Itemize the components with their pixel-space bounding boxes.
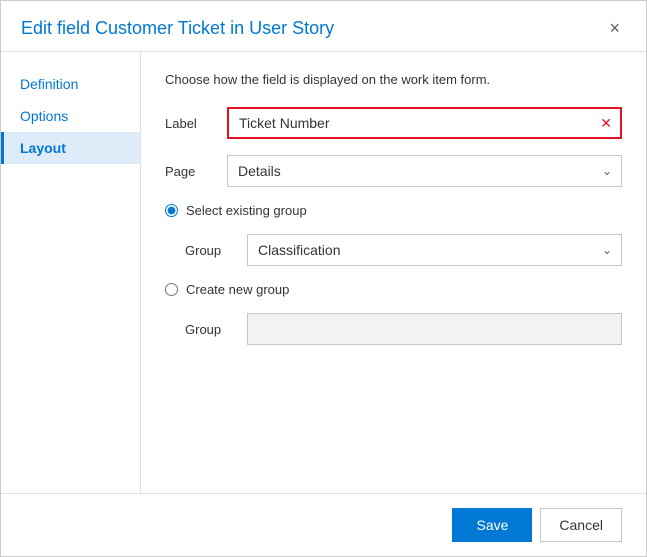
sidebar-item-definition[interactable]: Definition [1,68,140,100]
group-new-label: Group [185,322,235,337]
close-button[interactable]: × [603,17,626,39]
select-existing-group-label[interactable]: Select existing group [186,203,307,218]
dialog-header: Edit field Customer Ticket in User Story… [1,1,646,52]
label-input-outer: ✕ [227,107,622,139]
label-row: Label ✕ [165,107,622,139]
group-existing-select-wrapper: Classification Planning Custom Group ⌄ [247,234,622,266]
cancel-button[interactable]: Cancel [540,508,622,542]
form-description: Choose how the field is displayed on the… [165,72,622,87]
create-new-group-radio[interactable] [165,283,178,296]
clear-label-button[interactable]: ✕ [600,116,612,130]
label-field-label: Label [165,116,215,131]
create-new-group-row: Create new group [165,282,622,297]
select-existing-group-row: Select existing group [165,203,622,218]
sidebar: Definition Options Layout [1,52,141,493]
page-field-label: Page [165,164,215,179]
sidebar-item-layout[interactable]: Layout [1,132,140,164]
sidebar-item-options[interactable]: Options [1,100,140,132]
select-existing-group-radio[interactable] [165,204,178,217]
dialog-body: Definition Options Layout Choose how the… [1,52,646,493]
label-input[interactable] [229,109,620,137]
page-select[interactable]: Details Overview Custom [227,155,622,187]
main-content: Choose how the field is displayed on the… [141,52,646,493]
page-row: Page Details Overview Custom ⌄ [165,155,622,187]
group-existing-label: Group [185,243,235,258]
group-existing-row: Group Classification Planning Custom Gro… [185,234,622,266]
page-select-wrapper: Details Overview Custom ⌄ [227,155,622,187]
save-button[interactable]: Save [452,508,532,542]
group-new-input [247,313,622,345]
dialog-footer: Save Cancel [1,493,646,556]
group-new-row: Group [185,313,622,345]
edit-field-dialog: Edit field Customer Ticket in User Story… [0,0,647,557]
group-existing-select[interactable]: Classification Planning Custom Group [247,234,622,266]
create-new-group-label[interactable]: Create new group [186,282,289,297]
dialog-title: Edit field Customer Ticket in User Story [21,18,334,39]
